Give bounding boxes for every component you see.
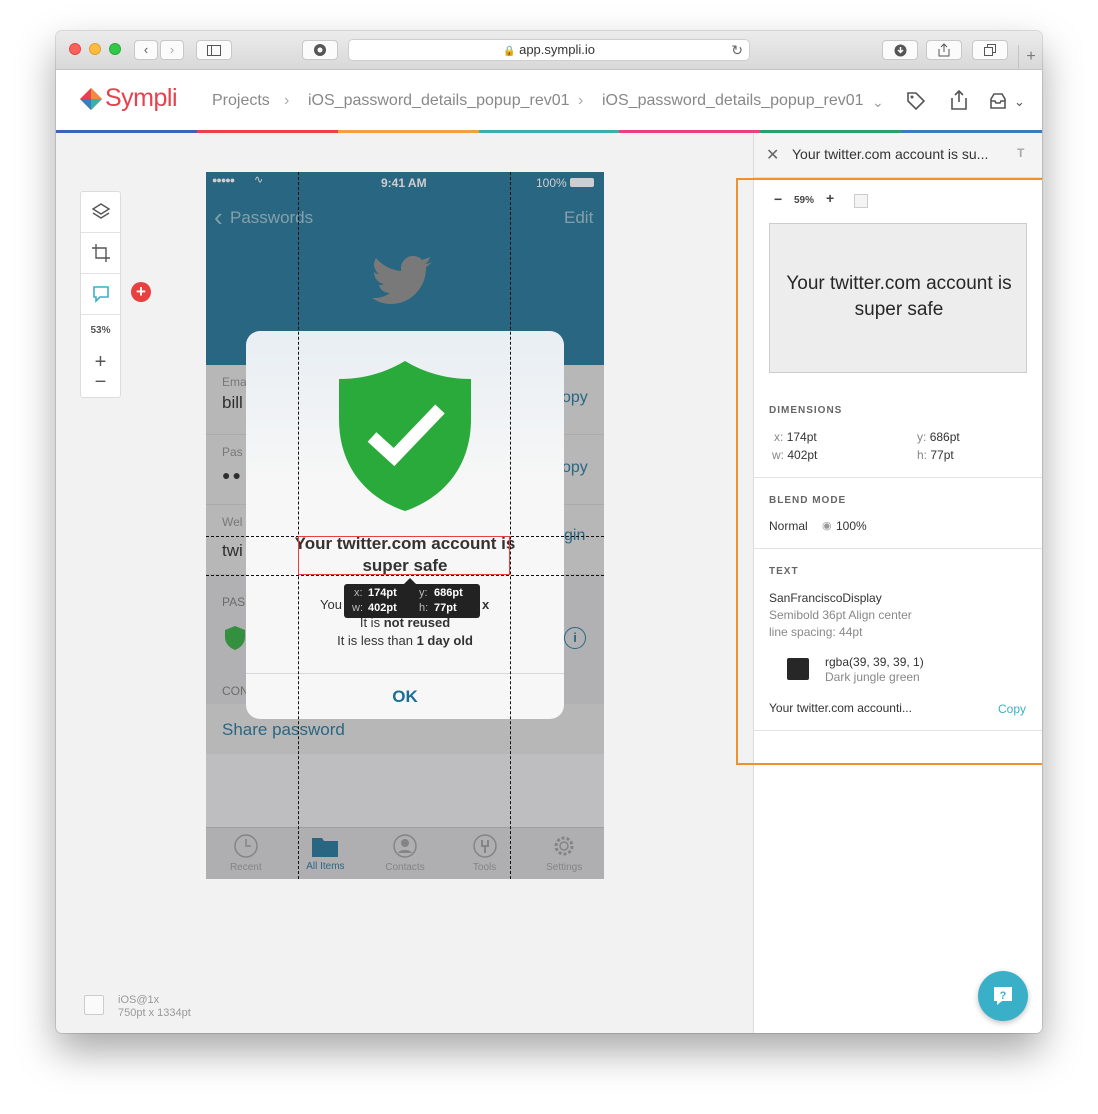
back-button[interactable]: ‹ [134, 40, 158, 60]
reload-icon[interactable]: ↻ [731, 40, 743, 60]
layers-icon [91, 203, 110, 219]
sidebar-toggle-button[interactable] [196, 40, 232, 60]
forward-button[interactable]: › [160, 40, 184, 60]
zoom-out-button[interactable]: − [81, 372, 120, 392]
highlight-frame [736, 178, 1042, 765]
address-bar[interactable]: 🔒 app.sympli.io ↻ [348, 39, 750, 61]
crop-icon [91, 244, 110, 262]
alert-ok-button[interactable]: OK [246, 687, 564, 707]
tabs-button[interactable] [972, 40, 1008, 60]
chevron-down-icon[interactable]: ⌄ [1014, 94, 1025, 110]
alert-line-1-end: x [482, 597, 490, 612]
selected-layer-outline [298, 536, 510, 575]
tag-icon[interactable] [906, 91, 926, 111]
alert-line-1-start: You [320, 597, 342, 612]
measure-tooltip: x: 174pt y: 686pt w: 402pt h: 77pt [344, 578, 480, 618]
lock-icon: 🔒 [503, 46, 516, 57]
panel-header: ✕ Your twitter.com account is su... T [754, 133, 1042, 178]
crop-button[interactable] [81, 233, 120, 274]
zoom-level: 53% [90, 325, 111, 336]
canvas-toolbox: 53% + − [80, 191, 121, 398]
breadcrumb-separator-icon: › [284, 92, 290, 109]
zoom-window-button[interactable] [109, 43, 121, 55]
logo-diamond-icon [80, 88, 102, 110]
device-checkbox[interactable] [84, 995, 104, 1015]
share-button[interactable] [926, 40, 962, 60]
comment-button[interactable] [81, 274, 120, 315]
guide-line-horizontal [206, 575, 604, 576]
comment-icon [92, 286, 109, 303]
chat-help-icon: ? [994, 987, 1012, 1005]
url-text: app.sympli.io [519, 42, 595, 57]
zoom-in-button[interactable]: + [81, 352, 120, 372]
extension-button[interactable] [302, 40, 338, 60]
alert-line-3: It is less than 1 day old [337, 633, 473, 648]
export-icon[interactable] [950, 90, 968, 110]
browser-toolbar: ‹ › 🔒 app.sympli.io ↻ + [56, 31, 1042, 70]
tabs-icon [984, 44, 996, 56]
device-size: 750pt x 1334pt [118, 1007, 191, 1019]
alert-line-1: You [320, 597, 342, 612]
breadcrumb-separator-icon: › [578, 92, 584, 109]
add-comment-button[interactable]: + [131, 282, 151, 302]
chevron-down-icon[interactable]: ⌄ [872, 94, 884, 111]
app-header: Sympli Projects › iOS_password_details_p… [56, 70, 1042, 130]
inbox-icon[interactable] [988, 91, 1008, 111]
browser-window: ‹ › 🔒 app.sympli.io ↻ + Sympli Projects … [56, 31, 1042, 1033]
guide-line-vertical [298, 172, 299, 879]
minimize-window-button[interactable] [89, 43, 101, 55]
share-icon [938, 43, 950, 57]
svg-text:?: ? [1000, 990, 1007, 1002]
new-tab-button[interactable]: + [1018, 45, 1042, 69]
shield-check-icon [339, 361, 471, 511]
close-icon[interactable]: ✕ [766, 145, 779, 165]
extension-icon [314, 44, 326, 56]
close-window-button[interactable] [69, 43, 81, 55]
alert-divider [246, 673, 564, 674]
tooltip-arrow [404, 578, 416, 584]
layers-button[interactable] [81, 192, 120, 233]
breadcrumb-projects[interactable]: Projects [212, 92, 270, 110]
artboard-preview[interactable]: ●●●●● ∿ 9:41 AM 100% ‹ Passwords Edit Em… [206, 172, 604, 879]
alert-dialog: Your twitter.com account is super safe Y… [246, 331, 564, 719]
sidebar-icon [207, 45, 221, 56]
downloads-button[interactable] [882, 40, 918, 60]
device-name: iOS@1x [118, 994, 160, 1006]
logo-text: Sympli [105, 84, 178, 112]
download-icon [894, 44, 906, 57]
breadcrumb-project[interactable]: iOS_password_details_popup_rev01 [308, 92, 570, 110]
panel-title: Your twitter.com account is su... [792, 146, 989, 162]
breadcrumb-screen[interactable]: iOS_password_details_popup_rev01 [602, 92, 864, 110]
guide-line-vertical [510, 172, 511, 879]
text-layer-icon: T [1017, 146, 1025, 160]
help-button[interactable]: ? [978, 971, 1028, 1021]
